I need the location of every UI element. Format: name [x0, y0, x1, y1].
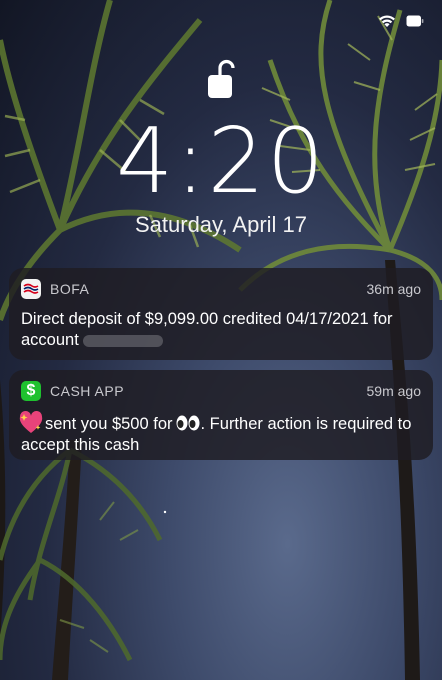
cash-app-dollar-icon: $: [21, 381, 41, 401]
bofa-flag-icon: [21, 279, 41, 299]
wifi-icon: [378, 14, 396, 28]
unlocked-padlock-icon: [206, 58, 236, 100]
sparkling-heart-icon: [18, 410, 44, 435]
notification-message: Direct deposit of $9,099.00 credited 04/…: [21, 310, 393, 349]
notification-header: BOFA 36m ago: [21, 278, 421, 300]
notification-app-name: CASH APP: [50, 383, 125, 399]
lock-screen-date: Saturday, April 17: [134, 212, 308, 237]
notification-time: 59m ago: [366, 383, 421, 399]
redacted-account-number: [82, 334, 163, 347]
notification-header: $ CASH APP 59m ago: [21, 380, 421, 402]
notification-cash-app[interactable]: $ CASH APP 59m ago sent you $500 for . F…: [9, 370, 433, 460]
notification-body: sent you $500 for . Further action is re…: [18, 410, 421, 456]
lock-screen-time: 4:20: [115, 109, 327, 214]
notification-body: Direct deposit of $9,099.00 credited 04/…: [21, 309, 421, 351]
notification-bofa[interactable]: BOFA 36m ago Direct deposit of $9,099.00…: [9, 268, 433, 360]
notification-app-name: BOFA: [50, 281, 90, 297]
notification-time: 36m ago: [366, 281, 421, 297]
eyes-emoji-icon: [175, 415, 201, 431]
notification-message-part1: sent you $500 for: [45, 415, 173, 433]
battery-icon: [406, 15, 424, 27]
status-bar: [378, 14, 424, 28]
